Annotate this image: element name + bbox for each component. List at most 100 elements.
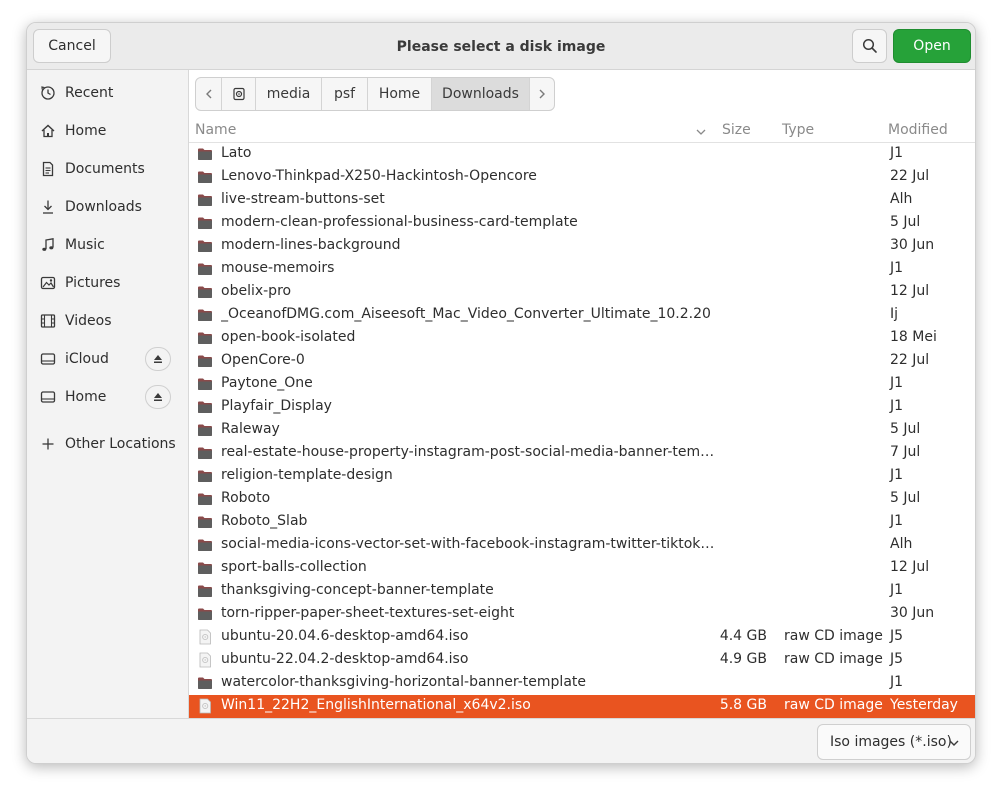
file-row[interactable]: Roboto_Slab J1 <box>189 511 975 534</box>
sidebar-item-music[interactable]: Music <box>27 228 188 262</box>
folder-icon <box>197 675 213 691</box>
clock-icon <box>39 84 57 102</box>
file-modified: 18 Mei <box>890 329 937 345</box>
file-name: sport-balls-collection <box>221 559 367 575</box>
sidebar-item-label: Recent <box>65 85 114 101</box>
folder-icon <box>197 491 213 507</box>
sidebar-item-other-locations[interactable]: Other Locations <box>27 427 188 461</box>
file-modified: 22 Jul <box>890 168 930 184</box>
file-row[interactable]: OpenCore-0 22 Jul <box>189 350 975 373</box>
file-name: Lato <box>221 145 252 161</box>
sidebar-item-home[interactable]: Home <box>27 380 188 414</box>
eject-button[interactable] <box>145 385 171 409</box>
file-row[interactable]: real-estate-house-property-instagram-pos… <box>189 442 975 465</box>
file-name: _OceanofDMG.com_Aiseesoft_Mac_Video_Conv… <box>221 306 711 322</box>
path-crumb-media[interactable]: media <box>256 78 322 110</box>
file-size: 4.4 GB <box>719 628 767 644</box>
file-row[interactable]: Paytone_One J1 <box>189 373 975 396</box>
file-name: thanksgiving-concept-banner-template <box>221 582 494 598</box>
disk-image-icon <box>197 652 213 668</box>
file-size: 4.9 GB <box>719 651 767 667</box>
document-icon <box>39 160 57 178</box>
cancel-button[interactable]: Cancel <box>33 29 111 63</box>
open-button[interactable]: Open <box>893 29 971 63</box>
file-modified: J1 <box>890 398 904 414</box>
file-modified: Yesterday <box>890 697 958 713</box>
path-crumb-home[interactable]: Home <box>368 78 432 110</box>
sidebar-item-label: Documents <box>65 161 145 177</box>
folder-icon <box>197 376 213 392</box>
sidebar-item-documents[interactable]: Documents <box>27 152 188 186</box>
file-modified: Alh <box>890 191 913 207</box>
file-row[interactable]: torn-ripper-paper-sheet-textures-set-eig… <box>189 603 975 626</box>
file-row[interactable]: Playfair_Display J1 <box>189 396 975 419</box>
folder-icon <box>197 422 213 438</box>
column-name-header[interactable]: Name <box>195 122 236 138</box>
chevron-right-icon <box>539 89 545 99</box>
folder-icon <box>197 583 213 599</box>
file-row[interactable]: Lenovo-Thinkpad-X250-Hackintosh-Opencore… <box>189 166 975 189</box>
file-modified: 12 Jul <box>890 559 930 575</box>
path-back-button[interactable] <box>196 78 222 110</box>
column-header: Name Size Type Modified <box>189 119 975 143</box>
header-bar: Please select a disk image Cancel Open <box>27 23 975 70</box>
sidebar-item-label: Downloads <box>65 199 142 215</box>
folder-icon <box>197 169 213 185</box>
file-modified: 7 Jul <box>890 444 921 460</box>
sidebar-item-label: Other Locations <box>65 436 176 452</box>
file-name: Win11_22H2_EnglishInternational_x64v2.is… <box>221 697 531 713</box>
file-type-filter-dropdown[interactable]: Iso images (*.iso) <box>817 724 971 760</box>
file-row[interactable]: social-media-icons-vector-set-with-faceb… <box>189 534 975 557</box>
file-browser: media psf Home Downloads Name Size Type Mod… <box>189 70 975 718</box>
sidebar-item-downloads[interactable]: Downloads <box>27 190 188 224</box>
eject-button[interactable] <box>145 347 171 371</box>
sidebar-item-recent[interactable]: Recent <box>27 76 188 110</box>
file-row[interactable]: watercolor-thanksgiving-horizontal-banne… <box>189 672 975 695</box>
column-type-header[interactable]: Type <box>782 122 814 138</box>
folder-icon <box>197 307 213 323</box>
path-forward-button[interactable] <box>530 78 554 110</box>
file-type: raw CD image <box>784 697 883 713</box>
column-size-header[interactable]: Size <box>722 122 751 138</box>
column-modified-header[interactable]: Modified <box>888 122 948 138</box>
file-row[interactable]: religion-template-design J1 <box>189 465 975 488</box>
chevron-left-icon <box>205 89 211 99</box>
video-icon <box>39 312 57 330</box>
file-row[interactable]: modern-lines-background 30 Jun <box>189 235 975 258</box>
file-row[interactable]: Raleway 5 Jul <box>189 419 975 442</box>
file-row[interactable]: Roboto 5 Jul <box>189 488 975 511</box>
file-row[interactable]: live-stream-buttons-set Alh <box>189 189 975 212</box>
file-row[interactable]: thanksgiving-concept-banner-template J1 <box>189 580 975 603</box>
file-row[interactable]: obelix-pro 12 Jul <box>189 281 975 304</box>
file-name: real-estate-house-property-instagram-pos… <box>221 444 717 460</box>
file-row[interactable]: ubuntu-22.04.2-desktop-amd64.iso 4.9 GB ra… <box>189 649 975 672</box>
folder-icon <box>197 468 213 484</box>
path-crumb-downloads[interactable]: Downloads <box>432 78 530 110</box>
file-row[interactable]: Win11_22H2_EnglishInternational_x64v2.is… <box>189 695 975 718</box>
sidebar-item-label: Pictures <box>65 275 121 291</box>
file-name: religion-template-design <box>221 467 393 483</box>
search-button[interactable] <box>852 29 887 63</box>
file-row[interactable]: modern-clean-professional-business-card-… <box>189 212 975 235</box>
file-row[interactable]: Lato J1 <box>189 143 975 166</box>
eject-icon <box>154 355 162 363</box>
sidebar-item-label: Videos <box>65 313 112 329</box>
filter-label: Iso images (*.iso) <box>830 734 952 750</box>
file-row[interactable]: ubuntu-20.04.6-desktop-amd64.iso 4.4 GB ra… <box>189 626 975 649</box>
file-row[interactable]: _OceanofDMG.com_Aiseesoft_Mac_Video_Conv… <box>189 304 975 327</box>
file-modified: J1 <box>890 513 904 529</box>
sidebar-item-home[interactable]: Home <box>27 114 188 148</box>
file-name: Raleway <box>221 421 280 437</box>
file-name: Roboto_Slab <box>221 513 308 529</box>
file-row[interactable]: sport-balls-collection 12 Jul <box>189 557 975 580</box>
file-row[interactable]: mouse-memoirs J1 <box>189 258 975 281</box>
sidebar-item-label: Home <box>65 389 107 405</box>
chevron-down-icon[interactable] <box>695 126 707 138</box>
file-row[interactable]: open-book-isolated 18 Mei <box>189 327 975 350</box>
dialog-title: Please select a disk image <box>396 38 606 55</box>
path-crumb-psf[interactable]: psf <box>322 78 368 110</box>
sidebar-item-pictures[interactable]: Pictures <box>27 266 188 300</box>
sidebar-item-icloud[interactable]: iCloud <box>27 342 188 376</box>
path-root-drive[interactable] <box>222 78 256 110</box>
sidebar-item-videos[interactable]: Videos <box>27 304 188 338</box>
